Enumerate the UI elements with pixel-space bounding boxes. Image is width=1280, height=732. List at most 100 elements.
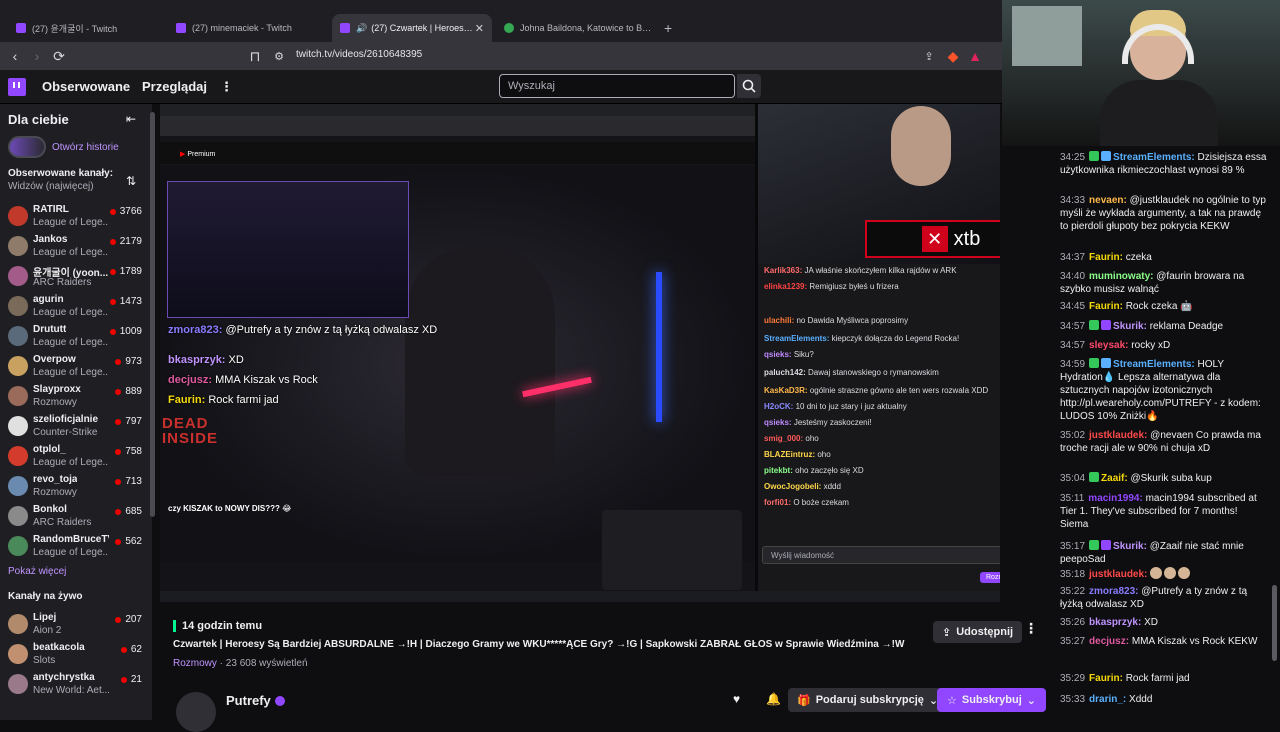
live-channel[interactable]: antychrystka New World: Aet... 21 xyxy=(0,670,152,700)
viewer-count: 685 xyxy=(115,506,142,517)
chat-timestamp: 35:29 xyxy=(1060,673,1086,684)
channel-name: antychrystka xyxy=(33,672,95,683)
nav-browse[interactable]: Przeglądaj xyxy=(142,79,207,94)
share-icon[interactable]: ⇪ xyxy=(918,45,940,67)
viewer-count: 797 xyxy=(115,416,142,427)
vod-chat-line: ulachili: no Dawida Myśliwca poprosimy xyxy=(764,316,908,325)
sidebar-channel[interactable]: Overpow League of Lege... 973 xyxy=(0,352,152,382)
twitch-logo-icon[interactable] xyxy=(8,78,26,96)
site-info-icon[interactable]: ⚙ xyxy=(268,45,290,67)
browser-tab-2[interactable]: (27) minemaciek - Twitch xyxy=(168,14,328,42)
chat-username[interactable]: justklaudek: xyxy=(1089,569,1147,580)
chat-username[interactable]: Faurin: xyxy=(1089,252,1123,263)
category-link[interactable]: Rozmowy xyxy=(173,658,217,669)
chat-username[interactable]: Skurik: xyxy=(1113,321,1147,332)
chat-username[interactable]: StreamElements: xyxy=(1113,152,1195,163)
back-icon[interactable]: ‹ xyxy=(4,45,26,67)
video-player[interactable]: ▶ Premium DEAD INSIDE zmora823: @Putrefy… xyxy=(160,104,1000,602)
search-button[interactable] xyxy=(737,74,761,98)
chat-scrollbar[interactable] xyxy=(1272,585,1277,661)
open-history-link[interactable]: Otwórz historie xyxy=(8,136,119,158)
more-options-icon[interactable]: ⋮ xyxy=(1024,620,1038,637)
windows-taskbar xyxy=(160,591,1000,602)
subscribe-label: Subskrybuj xyxy=(961,694,1022,706)
bookmark-icon[interactable]: ⊓ xyxy=(244,45,266,67)
reload-icon[interactable]: ⟳ xyxy=(48,45,70,67)
channel-game: League of Lege... xyxy=(33,307,109,318)
chat-username[interactable]: macin1994: xyxy=(1088,493,1142,504)
share-button[interactable]: ⇪ Udostępnij xyxy=(933,621,1023,643)
viewer-count: 562 xyxy=(115,536,142,547)
channel-avatar xyxy=(8,356,28,376)
search-input[interactable]: Wyszukaj xyxy=(499,74,735,98)
collapse-sidebar-icon[interactable]: ⇤ xyxy=(126,112,136,126)
webcam-body xyxy=(1100,80,1218,146)
chat-username[interactable]: justklaudek: xyxy=(1089,430,1147,441)
more-icon[interactable]: ⋮ xyxy=(220,79,233,95)
sidebar-channel[interactable]: szelioficjalnie Counter-Strike 797 xyxy=(0,412,152,442)
channel-avatar xyxy=(8,536,28,556)
channel-game: Counter-Strike xyxy=(33,427,98,438)
browser-tab-4[interactable]: Johna Baildona, Katowice to Basen B xyxy=(496,14,656,42)
overlay-chat-user: Faurin: xyxy=(168,394,206,406)
chat-username[interactable]: muminowaty: xyxy=(1089,271,1153,282)
show-more-link[interactable]: Pokaż więcej xyxy=(8,566,66,577)
chat-username[interactable]: Faurin: xyxy=(1089,673,1123,684)
vod-chat-text: ogólnie straszne gówno ale ten wers rozw… xyxy=(809,386,989,395)
gift-icon: 🎁 xyxy=(797,694,811,707)
channel-avatar xyxy=(8,674,28,694)
channel-name[interactable]: Putrefy xyxy=(226,693,285,708)
sidebar-channel[interactable]: Slayproxx Rozmowy 889 xyxy=(0,382,152,412)
sidebar-channel[interactable]: Jankos League of Lege... 2179 xyxy=(0,232,152,262)
url-text[interactable]: twitch.tv/videos/2610648395 xyxy=(296,49,422,60)
chat-username[interactable]: nevaen: xyxy=(1089,195,1127,206)
history-label: Otwórz historie xyxy=(52,141,119,153)
sidebar-channel[interactable]: agurin League of Lege... 1473 xyxy=(0,292,152,322)
browser-tab-active[interactable]: 🔊 (27) Czwartek | Heroesy Są Ba ✕ xyxy=(332,14,492,42)
chat-username[interactable]: drarin_: xyxy=(1089,694,1126,705)
sidebar-channel[interactable]: Bonkol ARC Raiders 685 xyxy=(0,502,152,532)
rewards-icon[interactable]: ▲ xyxy=(964,45,986,67)
bell-icon[interactable]: 🔔 xyxy=(766,692,781,706)
sidebar-channel[interactable]: Drututt League of Lege... 1009 xyxy=(0,322,152,352)
chat-username[interactable]: decjusz: xyxy=(1089,636,1129,647)
sidebar-channel[interactable]: RandomBruceTV League of Lege... 562 xyxy=(0,532,152,562)
chat-timestamp: 35:27 xyxy=(1060,636,1086,647)
viewer-count-value: 62 xyxy=(130,644,142,655)
chat-timestamp: 34:57 xyxy=(1060,321,1086,332)
vod-inner-chat-button: Rozmawiaj xyxy=(980,572,1000,583)
heart-icon[interactable]: ♥ xyxy=(733,692,740,706)
speaker-icon: 🔊 xyxy=(356,22,368,33)
chat-username[interactable]: bkasprzyk: xyxy=(1089,617,1141,628)
forward-icon[interactable]: › xyxy=(26,45,48,67)
chat-username[interactable]: Skurik: xyxy=(1113,541,1147,552)
nav-followed[interactable]: Obserwowane xyxy=(42,79,130,94)
chat-timestamp: 35:04 xyxy=(1060,473,1086,484)
sort-icon[interactable]: ⇅ xyxy=(126,174,136,188)
chat-message: 34:40 muminowaty: @faurin browara na szyb… xyxy=(1060,270,1268,296)
sort-label: Widzów (najwięcej) xyxy=(8,181,94,192)
new-tab-icon[interactable]: + xyxy=(664,20,672,36)
chat-username[interactable]: zmora823: xyxy=(1089,586,1138,597)
brave-shield-icon[interactable]: ◆ xyxy=(942,45,964,67)
close-tab-icon[interactable]: ✕ xyxy=(475,22,484,35)
vod-inner-chat-input: Wyślij wiadomość xyxy=(762,546,1000,564)
sidebar-channel[interactable]: 윤개굴이 (yoon... ARC Raiders 1789 xyxy=(0,262,152,292)
vod-chat-line: qsieks: Jesteśmy zaskoczeni! xyxy=(764,418,872,427)
channel-avatar[interactable] xyxy=(176,692,216,732)
chat-username[interactable]: Zaaif: xyxy=(1101,473,1128,484)
subscribe-button[interactable]: ☆ Subskrybuj ⌄ xyxy=(937,688,1046,712)
sidebar-channel[interactable]: RATIRL League of Lege... 3766 xyxy=(0,202,152,232)
sidebar-channel[interactable]: revo_toja Rozmowy 713 xyxy=(0,472,152,502)
channel-name: otplol_ xyxy=(33,444,66,455)
sidebar-scrollbar[interactable] xyxy=(150,112,155,517)
sidebar-channel[interactable]: otplol_ League of Lege... 758 xyxy=(0,442,152,472)
live-channel[interactable]: Lipej Aion 2 207 xyxy=(0,610,152,640)
chat-username[interactable]: StreamElements: xyxy=(1113,359,1195,370)
chat-username[interactable]: sleysak: xyxy=(1089,340,1128,351)
live-channel[interactable]: beatkacola Slots 62 xyxy=(0,640,152,670)
chat-timestamp: 35:22 xyxy=(1060,586,1086,597)
gift-subscription-button[interactable]: 🎁 Podaruj subskrypcję ⌄ xyxy=(788,688,948,712)
chat-username[interactable]: Faurin: xyxy=(1089,301,1123,312)
browser-tab-1[interactable]: (27) 윤개굴이 - Twitch xyxy=(8,14,168,42)
